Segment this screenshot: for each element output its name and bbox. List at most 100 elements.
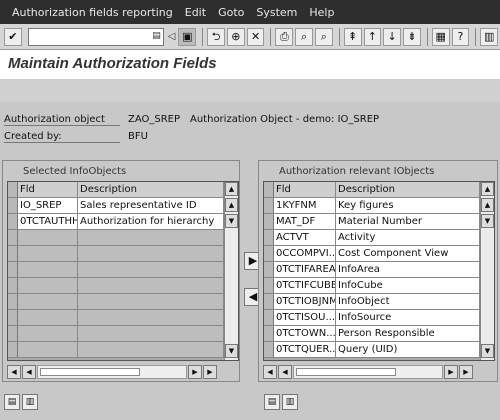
layout-icon[interactable]: ▥ <box>480 27 499 46</box>
description-cell[interactable]: Sales representative ID <box>78 198 224 214</box>
deselect-all-icon[interactable]: ▥ <box>282 394 298 410</box>
table-row[interactable]: 0TCTQUER... Query (UID) <box>264 342 480 358</box>
description-cell[interactable]: InfoSource <box>336 310 480 326</box>
table-row[interactable]: 0TCTAUTHH Authorization for hierarchy <box>8 214 224 230</box>
description-cell[interactable]: InfoObject <box>336 294 480 310</box>
row-selector[interactable] <box>8 310 18 326</box>
description-cell[interactable]: InfoArea <box>336 262 480 278</box>
row-selector[interactable] <box>264 326 274 342</box>
scroll-up-icon[interactable]: ▲ <box>225 198 238 212</box>
row-selector[interactable] <box>8 342 18 358</box>
help-icon[interactable]: ? <box>451 27 470 46</box>
table-row[interactable]: 0TCTIFAREA InfoArea <box>264 262 480 278</box>
row-selector[interactable] <box>264 342 274 358</box>
row-selector[interactable] <box>264 294 274 310</box>
table-row[interactable]: IO_SREP Sales representative ID <box>8 198 224 214</box>
command-field[interactable]: ▤ <box>27 27 164 46</box>
vertical-scrollbar[interactable]: ▲ ▼ ▲ ▼ <box>224 182 238 360</box>
menu-authorization-fields-reporting[interactable]: Authorization fields reporting <box>12 6 173 19</box>
scroll-left-icon[interactable]: ◀ <box>278 365 292 379</box>
fld-cell[interactable]: ACTVT <box>274 230 336 246</box>
fld-cell[interactable]: MAT_DF <box>274 214 336 230</box>
select-all-cell[interactable] <box>264 182 274 198</box>
column-header-description[interactable]: Description <box>78 182 224 198</box>
table-row[interactable]: 0TCTOWN... Person Responsible <box>264 326 480 342</box>
description-cell[interactable]: Cost Component View <box>336 246 480 262</box>
fld-cell[interactable]: 0CCOMPVI... <box>274 246 336 262</box>
horizontal-scrollbar[interactable]: ◀ ◀ ▶ ▶ <box>263 365 473 379</box>
description-cell[interactable]: Material Number <box>336 214 480 230</box>
scroll-down-icon[interactable]: ▼ <box>481 214 494 228</box>
back-icon[interactable]: ⮌ <box>207 27 225 46</box>
scroll-down-icon[interactable]: ▼ <box>225 214 238 228</box>
row-selector[interactable] <box>8 230 18 246</box>
scroll-last-icon[interactable]: ▶ <box>203 365 217 379</box>
table-row[interactable]: ACTVT Activity <box>264 230 480 246</box>
fld-cell[interactable]: 0TCTOWN... <box>274 326 336 342</box>
column-header-fld[interactable]: Fld <box>274 182 336 198</box>
description-cell[interactable]: Activity <box>336 230 480 246</box>
row-selector[interactable] <box>264 230 274 246</box>
scroll-up-icon[interactable]: ▲ <box>225 182 238 196</box>
description-cell[interactable]: Key figures <box>336 198 480 214</box>
fld-cell[interactable]: IO_SREP <box>18 198 78 214</box>
find-icon[interactable]: ⌕ <box>295 27 313 46</box>
scroll-right-icon[interactable]: ▶ <box>188 365 202 379</box>
menu-help[interactable]: Help <box>309 6 334 19</box>
find-next-icon[interactable]: ⌕ <box>315 27 333 46</box>
horizontal-scrollbar[interactable]: ◀ ◀ ▶ ▶ <box>7 365 217 379</box>
command-history-icon[interactable]: ▤ <box>152 31 161 41</box>
fld-cell[interactable]: 0TCTAUTHH <box>18 214 78 230</box>
row-selector[interactable] <box>264 278 274 294</box>
row-selector[interactable] <box>8 214 18 230</box>
table-row[interactable]: 0TCTIFCUBE InfoCube <box>264 278 480 294</box>
column-header-fld[interactable]: Fld <box>18 182 78 198</box>
next-page-icon[interactable]: ↓ <box>383 27 402 46</box>
scroll-left-icon[interactable]: ◀ <box>22 365 36 379</box>
save-icon[interactable]: ▣ <box>178 27 197 46</box>
scroll-up-icon[interactable]: ▲ <box>481 182 494 196</box>
row-selector[interactable] <box>264 310 274 326</box>
menu-edit[interactable]: Edit <box>185 6 206 19</box>
fld-cell[interactable]: 0TCTQUER... <box>274 342 336 358</box>
description-cell[interactable]: InfoCube <box>336 278 480 294</box>
row-selector[interactable] <box>264 246 274 262</box>
table-row[interactable]: 0CCOMPVI... Cost Component View <box>264 246 480 262</box>
scroll-down-icon[interactable]: ▼ <box>481 344 494 358</box>
last-page-icon[interactable]: ⇟ <box>403 27 421 46</box>
scroll-right-icon[interactable]: ▶ <box>444 365 458 379</box>
fld-cell[interactable]: 1KYFNM <box>274 198 336 214</box>
scroll-up-icon[interactable]: ▲ <box>481 198 494 212</box>
cancel-icon[interactable]: ✕ <box>246 27 265 46</box>
menu-goto[interactable]: Goto <box>218 6 244 19</box>
scroll-thumb[interactable] <box>40 368 140 376</box>
scroll-first-icon[interactable]: ◀ <box>263 365 277 379</box>
table-row[interactable]: 0TCTIOBJNM InfoObject <box>264 294 480 310</box>
scroll-down-icon[interactable]: ▼ <box>225 344 238 358</box>
exit-icon[interactable]: ⊕ <box>226 27 245 46</box>
scroll-thumb[interactable] <box>296 368 396 376</box>
row-selector[interactable] <box>8 198 18 214</box>
previous-page-icon[interactable]: ↑ <box>363 27 382 46</box>
create-session-icon[interactable]: ▦ <box>431 27 450 46</box>
scroll-track[interactable] <box>293 365 443 379</box>
row-selector[interactable] <box>8 294 18 310</box>
command-nav-left-icon[interactable]: ◁ <box>168 31 176 42</box>
print-icon[interactable]: ⎙ <box>275 27 294 46</box>
vertical-scrollbar[interactable]: ▲ ▼ ▲ ▼ <box>480 182 494 360</box>
select-all-icon[interactable]: ▤ <box>4 394 20 410</box>
fld-cell[interactable]: 0TCTIFCUBE <box>274 278 336 294</box>
scroll-track[interactable] <box>37 365 187 379</box>
select-all-icon[interactable]: ▤ <box>264 394 280 410</box>
first-page-icon[interactable]: ⇞ <box>343 27 362 46</box>
enter-checkmark-icon[interactable]: ✔ <box>4 27 22 46</box>
fld-cell[interactable]: 0TCTIOBJNM <box>274 294 336 310</box>
menu-system[interactable]: System <box>256 6 297 19</box>
row-selector[interactable] <box>264 262 274 278</box>
fld-cell[interactable]: 0TCTIFAREA <box>274 262 336 278</box>
column-header-description[interactable]: Description <box>336 182 480 198</box>
row-selector[interactable] <box>8 246 18 262</box>
row-selector[interactable] <box>8 326 18 342</box>
select-all-cell[interactable] <box>8 182 18 198</box>
table-row[interactable]: 1KYFNM Key figures <box>264 198 480 214</box>
